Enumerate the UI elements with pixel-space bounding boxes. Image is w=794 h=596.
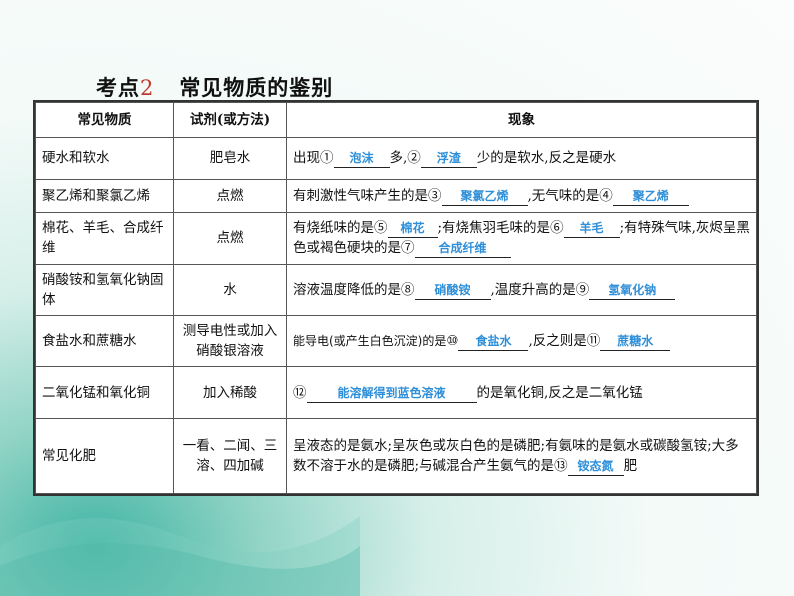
header-phenomenon: 现象	[286, 102, 757, 138]
substance-cell: 硝酸铵和氢氧化钠固体	[35, 263, 174, 316]
phenomenon-cell: 有烧纸味的是⑤ 棉花 ;有烧焦羽毛味的是⑥ 羊毛 ;有特殊气味,灰烬呈黑色或褐色硬块的是…	[286, 212, 757, 265]
answer-blank: 羊毛	[563, 219, 620, 239]
answer-blank: 硝酸铵	[414, 281, 491, 300]
phenomenon-cell: 溶液温度降低的是⑧ 硝酸铵 ,温度升高的是⑨ 氢氧化钠	[286, 263, 757, 316]
phenomenon-cell: ⑫ 能溶解得到蓝色溶液 的是氧化铜,反之是二氧化锰	[286, 366, 757, 419]
reagent-cell: 肥皂水	[173, 137, 287, 180]
substance-cell: 食盐水和蔗糖水	[35, 314, 174, 368]
answer-blank: 聚氯乙烯	[441, 187, 528, 206]
table-row: 硝酸铵和氢氧化钠固体 水 溶液温度降低的是⑧ 硝酸铵 ,温度升高的是⑨ 氢氧化钠	[35, 263, 757, 316]
substance-cell: 常见化肥	[35, 417, 174, 495]
answer-blank: 浮渣	[420, 149, 477, 169]
substance-cell: 二氧化锰和氧化铜	[35, 366, 174, 419]
phenomenon-cell: 有刺激性气味产生的是③ 聚氯乙烯 ,无气味的是④ 聚乙烯	[286, 178, 757, 214]
reagent-cell: 水	[173, 263, 287, 316]
table-row: 二氧化锰和氧化铜 加入稀酸 ⑫ 能溶解得到蓝色溶液 的是氧化铜,反之是二氧化锰	[35, 366, 757, 419]
phenomenon-cell: 出现① 泡沫 多,② 浮渣 少的是软水,反之是硬水	[286, 137, 757, 180]
table-row: 硬水和软水 肥皂水 出现① 泡沫 多,② 浮渣 少的是软水,反之是硬水	[35, 137, 757, 180]
table-row: 常见化肥 一看、二闻、三溶、四加碱 呈液态的是氨水;呈灰色或灰白色的是磷肥;有氨…	[35, 417, 757, 495]
table-header-row: 常见物质 试剂(或方法) 现象	[35, 102, 757, 138]
substance-cell: 棉花、羊毛、合成纤维	[35, 212, 174, 265]
table-row: 聚乙烯和聚氯乙烯 点燃 有刺激性气味产生的是③ 聚氯乙烯 ,无气味的是④ 聚乙烯	[35, 178, 757, 214]
answer-blank: 食盐水	[458, 332, 529, 352]
answer-blank: 棉花	[387, 219, 438, 239]
answer-blank: 铵态氮	[567, 457, 624, 476]
table-row: 食盐水和蔗糖水 测导电性或加入硝酸银溶液 能导电(或产生白色沉淀)的是⑩ 食盐水,…	[35, 314, 757, 368]
substance-cell: 聚乙烯和聚氯乙烯	[35, 178, 174, 214]
answer-blank: 泡沫	[333, 149, 390, 169]
reagent-cell: 加入稀酸	[173, 366, 287, 419]
header-reagent: 试剂(或方法)	[173, 102, 287, 138]
answer-blank: 氢氧化钠	[589, 281, 676, 300]
reagent-cell: 测导电性或加入硝酸银溶液	[173, 314, 287, 368]
reagent-cell: 点燃	[173, 178, 287, 214]
reagent-cell: 点燃	[173, 212, 287, 265]
header-substance: 常见物质	[35, 102, 174, 138]
answer-blank: 聚乙烯	[612, 187, 689, 206]
answer-blank: 蔗糖水	[600, 332, 671, 352]
phenomenon-cell: 呈液态的是氨水;呈灰色或灰白色的是磷肥;有氨味的是氨水或碳酸氢铵;大多数不溶于水…	[286, 417, 757, 495]
phenomenon-cell: 能导电(或产生白色沉淀)的是⑩ 食盐水 ,反之则是⑪ 蔗糖水	[286, 314, 757, 368]
identification-table: 常见物质 试剂(或方法) 现象 硬水和软水 肥皂水 出现① 泡沫 多,② 浮渣 少的是软…	[33, 100, 759, 496]
answer-blank: 能溶解得到蓝色溶液	[306, 384, 477, 403]
substance-cell: 硬水和软水	[35, 137, 174, 180]
table-row: 棉花、羊毛、合成纤维 点燃 有烧纸味的是⑤ 棉花 ;有烧焦羽毛味的是⑥ 羊毛 ;有特殊气…	[35, 212, 757, 265]
page-title: 考点2 常见物质的鉴别	[96, 75, 334, 100]
answer-blank: 合成纤维	[414, 239, 511, 259]
reagent-cell: 一看、二闻、三溶、四加碱	[173, 417, 287, 495]
